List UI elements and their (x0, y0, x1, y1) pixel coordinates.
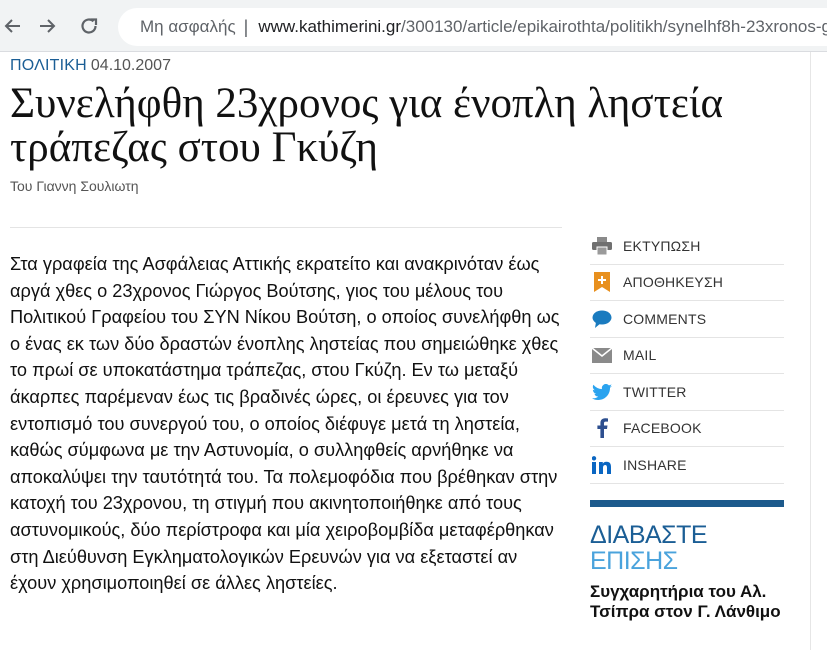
printer-icon (591, 235, 613, 257)
url-domain: www.kathimerini.gr (258, 17, 402, 36)
read-also-title-line1: ΔΙΑΒΑΣΤΕ (590, 521, 708, 549)
share-save-label: ΑΠΟΘΗΚΕΥΣΗ (623, 274, 724, 291)
share-mail-label: MAIL (623, 347, 657, 364)
read-also-link[interactable]: Συγχαρητήρια του Αλ. Τσίπρα στον Γ. Λάνθ… (590, 582, 790, 622)
bookmark-icon (591, 271, 613, 293)
browser-toolbar: Μη ασφαλής | www.kathimerini.gr/300130/a… (0, 0, 827, 52)
content-divider (810, 52, 811, 650)
article-meta: ΠΟΛΙΤΙΚΗ 04.10.2007 (10, 57, 171, 75)
comment-icon (591, 308, 613, 330)
read-also-heading: ΔΙΑΒΑΣΤΕ ΕΠΙΣΗΣ (590, 521, 708, 575)
forward-button[interactable] (34, 12, 60, 40)
arrow-right-icon (40, 19, 56, 33)
mail-icon (591, 344, 613, 366)
share-comments[interactable]: COMMENTS (590, 301, 784, 338)
read-also-bar (590, 500, 784, 507)
address-bar[interactable]: Μη ασφαλής | www.kathimerini.gr/300130/a… (118, 8, 827, 46)
article-byline: Του Γιαννη Σουλιωτη (10, 178, 139, 194)
share-linkedin[interactable]: INSHARE (590, 447, 784, 484)
read-also-title-line2: ΕΠΙΣΗΣ (590, 547, 678, 575)
reload-button[interactable] (76, 12, 102, 40)
url-path: /300130/article/epikairothta/politikh/sy… (401, 17, 827, 36)
arrow-left-icon (4, 19, 20, 33)
share-print-label: ΕΚΤΥΠΩΣΗ (623, 237, 701, 254)
article-date: 04.10.2007 (90, 57, 171, 74)
title-divider (10, 227, 562, 228)
share-twitter-label: TWITTER (623, 383, 687, 400)
back-button[interactable] (0, 12, 26, 40)
article-title: Συνελήφθη 23χρονος για ένοπλη ληστεία τρ… (10, 80, 724, 171)
share-facebook[interactable]: FACEBOOK (590, 411, 784, 447)
share-save[interactable]: ΑΠΟΘΗΚΕΥΣΗ (590, 265, 784, 301)
share-facebook-label: FACEBOOK (623, 420, 702, 437)
insecure-label: Μη ασφαλής (140, 17, 236, 36)
twitter-icon (591, 381, 613, 403)
url-separator: | (243, 16, 249, 37)
category-link[interactable]: ΠΟΛΙΤΙΚΗ (10, 57, 87, 74)
share-comments-label: COMMENTS (623, 310, 707, 327)
reload-icon (81, 18, 98, 34)
share-print[interactable]: ΕΚΤΥΠΩΣΗ (590, 228, 784, 265)
share-sidebar: ΕΚΤΥΠΩΣΗ ΑΠΟΘΗΚΕΥΣΗ COMMENTS MAIL TWITTE… (590, 228, 784, 484)
article-body: Στα γραφεία της Ασφάλειας Αττικής εκρατε… (10, 254, 560, 594)
share-linkedin-label: INSHARE (623, 456, 687, 473)
share-mail[interactable]: MAIL (590, 338, 784, 374)
linkedin-icon (591, 454, 613, 476)
share-twitter[interactable]: TWITTER (590, 374, 784, 411)
article-page: ΠΟΛΙΤΙΚΗ 04.10.2007 Συνελήφθη 23χρονος γι… (0, 52, 827, 650)
facebook-icon (591, 417, 613, 439)
